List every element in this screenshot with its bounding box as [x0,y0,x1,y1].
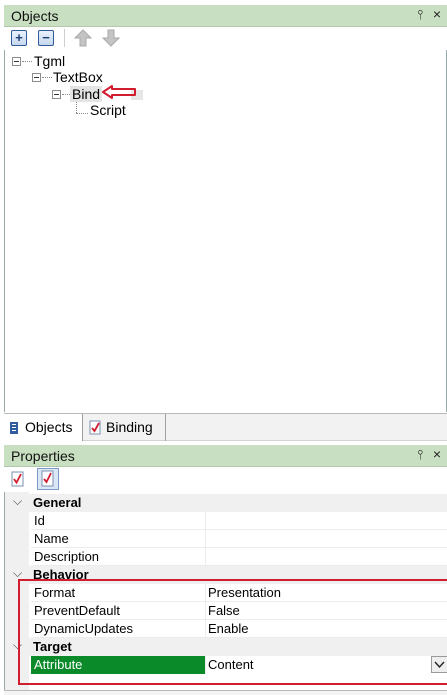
collapse-toggle-icon[interactable] [32,73,41,82]
tree-node-bind[interactable]: Bind [70,86,103,102]
pin-icon[interactable]: ⫯ [417,447,423,463]
property-row-id[interactable]: Id [5,512,447,530]
tree-line [76,101,77,113]
objects-list-icon [10,422,18,434]
red-highlight-annotation [18,579,447,685]
property-row-name[interactable]: Name [5,530,447,548]
tab-binding-label: Binding [106,419,153,435]
pin-icon[interactable]: ⫯ [417,7,423,23]
close-icon[interactable]: × [433,446,441,462]
object-tree [4,50,447,412]
properties-toolbar [4,467,447,492]
expand-all-button[interactable]: + [11,30,27,46]
toolbar-separator [64,29,65,47]
panel-bottom-border [4,690,447,695]
property-name: Description [34,549,100,564]
tab-objects-label: Objects [25,419,73,435]
binding-check-icon [89,420,101,435]
property-name: Name [34,531,69,546]
objects-toolbar: + − [4,27,447,50]
objects-panel-header: Objects ⫯ × [4,5,447,27]
collapse-toggle-icon[interactable] [12,57,21,66]
tree-line [42,77,52,78]
tree-node-textbox[interactable]: TextBox [53,69,103,85]
properties-panel-title: Properties [11,448,75,464]
chevron-down-icon[interactable]: ⌵ [13,494,22,509]
tree-node-script[interactable]: Script [90,102,126,118]
category-row-general[interactable]: ⌵ General [5,494,447,512]
objects-panel-title: Objects [11,8,59,24]
move-up-arrow-icon[interactable] [74,29,92,47]
category-label: General [33,495,82,510]
tree-node-tgml[interactable]: Tgml [34,53,65,69]
panel-tabs: Objects Binding [4,413,447,441]
tree-line [76,113,88,114]
alphabetical-view-icon[interactable] [37,468,59,490]
divider [205,512,206,530]
tree-line [62,94,70,95]
tree-line [22,61,32,62]
collapse-toggle-icon[interactable] [52,90,61,99]
close-icon[interactable]: × [433,6,441,22]
property-row-description[interactable]: Description [5,548,447,566]
divider [205,548,206,566]
divider [205,530,206,548]
red-arrow-annotation-icon [102,85,143,100]
properties-panel-header: Properties ⫯ × [4,445,447,467]
collapse-all-button[interactable]: − [38,30,54,46]
property-name: Id [34,513,45,528]
move-down-arrow-icon[interactable] [102,29,120,47]
categorized-view-icon[interactable] [10,470,26,488]
tab-binding[interactable]: Binding [84,414,166,441]
tab-objects[interactable]: Objects [4,414,83,441]
